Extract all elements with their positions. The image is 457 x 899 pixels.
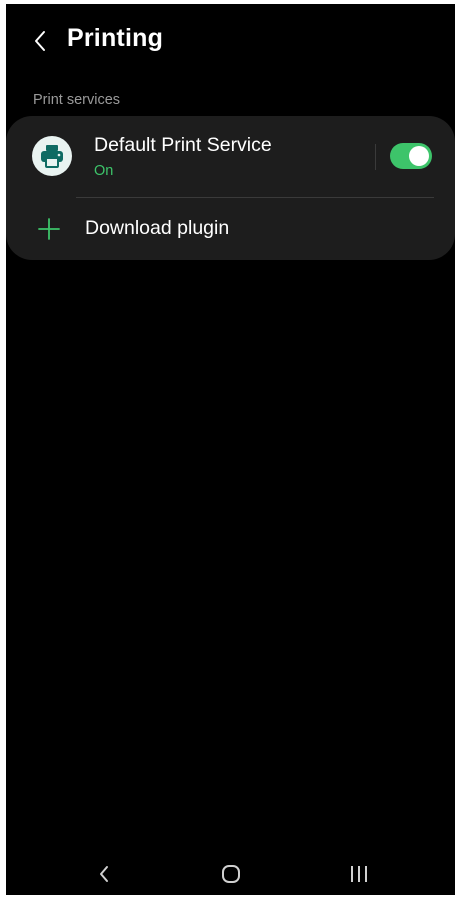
service-status: On (94, 163, 114, 179)
download-plugin-label: Download plugin (85, 217, 230, 239)
nav-recents-button[interactable] (339, 859, 379, 889)
printer-icon (32, 136, 72, 176)
print-services-card: Default Print Service On Download plugin (6, 116, 455, 260)
system-navigation-bar (6, 853, 455, 895)
screen: Printing Print services Default Print Se… (6, 4, 455, 895)
toggle-knob (409, 146, 429, 166)
download-plugin-row[interactable]: Download plugin (6, 198, 455, 260)
nav-back-button[interactable] (84, 859, 124, 889)
chevron-left-icon (35, 31, 45, 51)
page-title: Printing (67, 24, 164, 52)
section-header-print-services: Print services (33, 92, 121, 108)
app-bar: Printing (6, 4, 455, 78)
service-name: Default Print Service (94, 134, 272, 156)
nav-home-icon (222, 865, 240, 883)
nav-home-button[interactable] (211, 859, 251, 889)
service-toggle-switch[interactable] (390, 143, 432, 169)
default-print-service-row[interactable]: Default Print Service On (6, 116, 455, 198)
plus-icon (38, 218, 60, 240)
nav-recents-icon (351, 866, 367, 882)
toggle-divider (375, 144, 376, 170)
nav-back-icon (100, 866, 108, 882)
back-button[interactable] (28, 26, 52, 56)
